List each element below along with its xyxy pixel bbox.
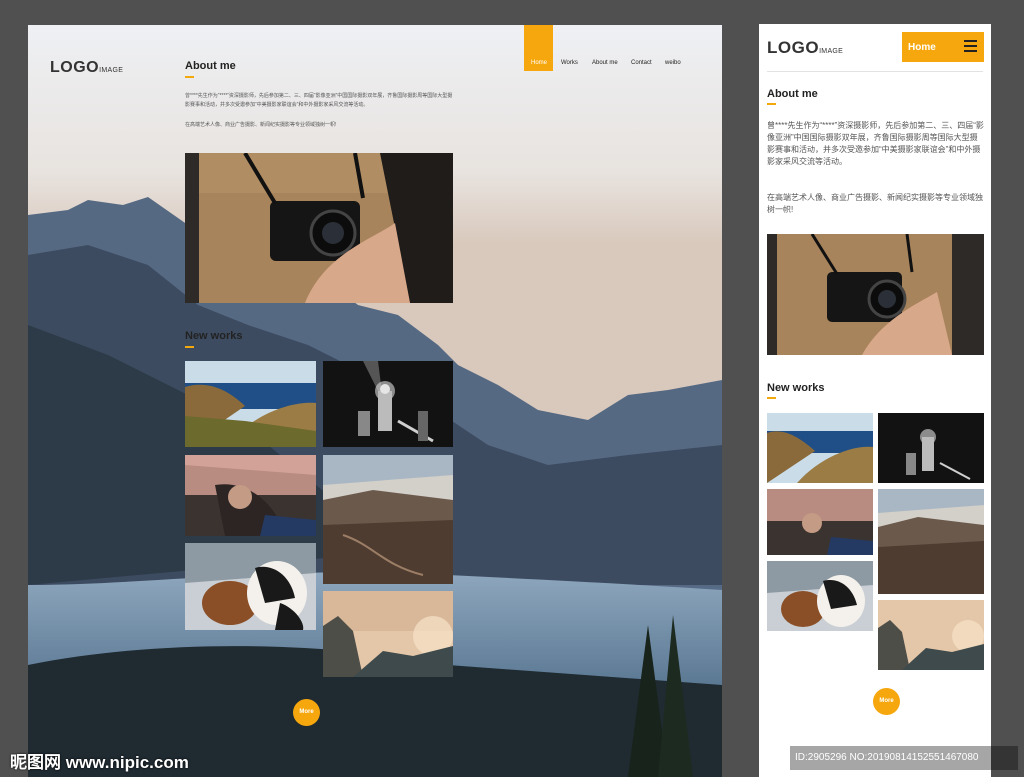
nav-item-about[interactable]: About me: [592, 60, 618, 66]
works-title: New works: [185, 330, 243, 342]
watermark-right: ID:2905296 NO:20190814152551467080: [795, 752, 979, 763]
camera-portrait-photo: [185, 153, 453, 303]
gallery-photo-coast[interactable]: [185, 361, 316, 447]
mobile-artboard: LOGOIMAGE Home About me 曾****先生作为“****”资…: [759, 24, 991, 777]
mobile-about-title: About me: [767, 88, 818, 100]
about-paragraph-2: 在高端艺术人像、商业广告摄影、新闻纪实摄影等专业领域独树一帜!: [185, 122, 337, 128]
mobile-gallery-photo-cliffs[interactable]: [878, 600, 984, 670]
nav-item-home[interactable]: Home: [531, 60, 547, 66]
mobile-logo[interactable]: LOGOIMAGE: [767, 38, 843, 58]
logo[interactable]: LOGOIMAGE: [50, 59, 123, 77]
mobile-logo-sub: IMAGE: [819, 48, 844, 55]
gallery-photo-woman-drinking[interactable]: [185, 455, 316, 536]
mobile-works-title: New works: [767, 382, 825, 394]
logo-main: LOGO: [50, 59, 100, 76]
nav-item-weibo[interactable]: weibo: [665, 60, 681, 66]
more-button[interactable]: More: [293, 699, 320, 726]
watermark-left: 昵图网 www.nipic.com: [10, 753, 189, 772]
mobile-camera-portrait-photo: [767, 234, 984, 355]
mobile-about-underline: [767, 103, 776, 105]
about-paragraph-1: 曾****先生作为“****”资深摄影师，先后参加第二、三、四届“影像亚洲”中国…: [185, 93, 453, 108]
works-underline: [185, 346, 194, 348]
about-title: About me: [185, 60, 236, 72]
gallery-photo-cliffs[interactable]: [323, 591, 453, 677]
gallery-photo-valley[interactable]: [323, 455, 453, 584]
mobile-gallery-photo-woman-drinking[interactable]: [767, 489, 873, 555]
logo-sub: IMAGE: [99, 67, 124, 74]
mobile-home-label[interactable]: Home: [908, 42, 936, 53]
gallery-photo-animals[interactable]: [185, 543, 316, 630]
mobile-works-underline: [767, 397, 776, 399]
gallery-photo-concert[interactable]: [323, 361, 453, 447]
mobile-more-button[interactable]: More: [873, 688, 900, 715]
mobile-header-divider: [767, 71, 983, 72]
mobile-about-paragraph-2: 在高端艺术人像、商业广告摄影、新闻纪实摄影等专业领域独树一帜!: [767, 193, 983, 214]
mobile-gallery-photo-concert[interactable]: [878, 413, 984, 483]
mobile-about-paragraph-1: 曾****先生作为“****”资深摄影师，先后参加第二、三、四届“影像亚洲”中国…: [767, 121, 984, 166]
about-underline: [185, 76, 194, 78]
desktop-artboard: LOGOIMAGE Home Works About me Contact we…: [28, 25, 722, 777]
nav-item-contact[interactable]: Contact: [631, 60, 652, 66]
nav-item-works[interactable]: Works: [561, 60, 578, 66]
mobile-gallery-photo-valley[interactable]: [878, 489, 984, 594]
hamburger-menu-icon[interactable]: [964, 40, 977, 52]
mobile-logo-main: LOGO: [767, 38, 820, 57]
mobile-gallery-photo-animals[interactable]: [767, 561, 873, 631]
mobile-gallery-photo-coast[interactable]: [767, 413, 873, 483]
